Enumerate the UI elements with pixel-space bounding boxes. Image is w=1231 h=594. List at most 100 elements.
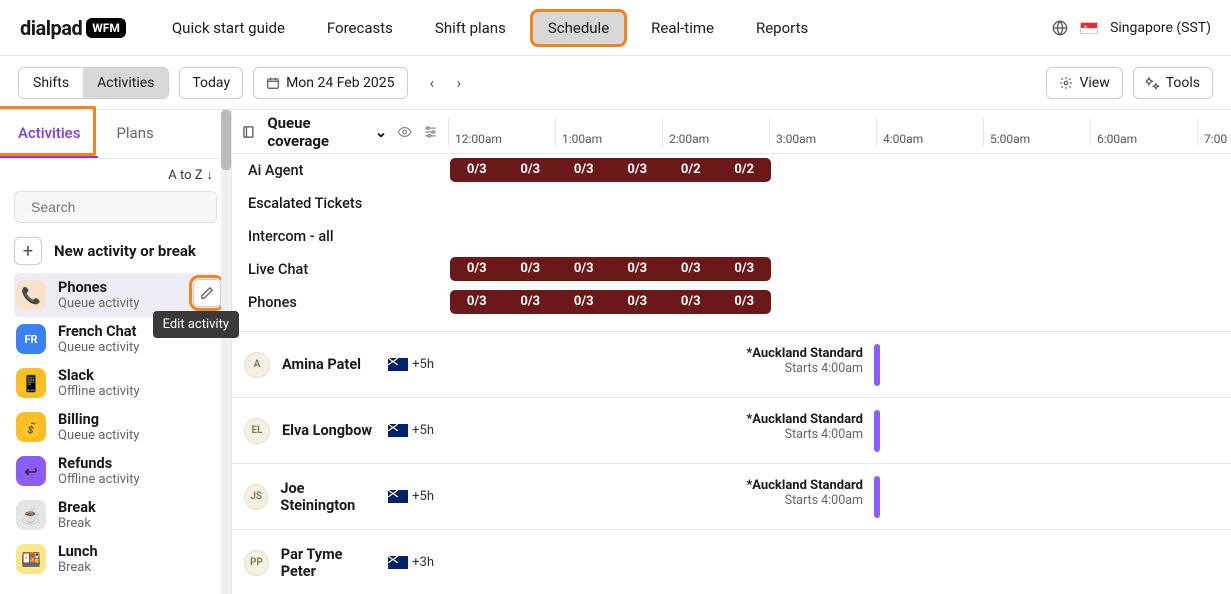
- view-button[interactable]: View: [1046, 67, 1122, 99]
- agent-offset: +5h: [388, 423, 434, 438]
- sidebar-scrollbar[interactable]: [221, 110, 231, 594]
- activity-icon: 📱: [16, 368, 46, 398]
- calendar-icon: [266, 76, 280, 90]
- coverage-cell[interactable]: 0/3: [557, 158, 611, 182]
- coverage-block: 0/30/30/30/30/30/3: [450, 257, 771, 281]
- new-activity-button[interactable]: + New activity or break: [14, 237, 217, 265]
- region-label[interactable]: Singapore (SST): [1110, 20, 1211, 36]
- au-flag-icon: [388, 490, 408, 503]
- coverage-cell[interactable]: 0/3: [504, 158, 558, 182]
- shift-label: *Auckland StandardStarts 4:00am: [746, 478, 863, 508]
- activity-text: Lunch Break: [58, 543, 98, 575]
- toggle-activities[interactable]: Activities: [83, 68, 168, 98]
- app-header: dialpad WFM Quick start guideForecastsSh…: [0, 0, 1231, 56]
- agent-timeline[interactable]: *Auckland StandardStarts 4:00am: [448, 398, 1231, 463]
- coverage-cell[interactable]: 0/3: [718, 290, 772, 314]
- coverage-cell[interactable]: 0/3: [450, 290, 504, 314]
- globe-icon[interactable]: [1052, 20, 1068, 36]
- nav-item-real-time[interactable]: Real-time: [635, 11, 730, 45]
- shift-bar[interactable]: [874, 344, 880, 386]
- today-button[interactable]: Today: [179, 67, 243, 99]
- agent-row[interactable]: A Amina Patel +5h *Auckland StandardStar…: [232, 332, 1231, 398]
- tools-button[interactable]: Tools: [1133, 67, 1213, 99]
- agent-section: A Amina Patel +5h *Auckland StandardStar…: [232, 331, 1231, 594]
- agent-row[interactable]: PP Par Tyme Peter +3h: [232, 530, 1231, 594]
- activity-subtype: Break: [58, 516, 96, 531]
- shift-bar[interactable]: [874, 410, 880, 452]
- queue-data: 0/30/30/30/30/30/3: [448, 257, 1231, 283]
- agent-avatar: EL: [244, 418, 270, 444]
- agent-name: Joe Steinington: [280, 480, 376, 514]
- shift-bar[interactable]: [874, 476, 880, 518]
- queue-coverage-dropdown[interactable]: Queue coverage ⌄: [267, 114, 387, 150]
- activity-text: Refunds Offline activity: [58, 455, 140, 487]
- queue-data: 0/30/30/30/30/30/3: [448, 290, 1231, 316]
- search-input[interactable]: [31, 199, 212, 215]
- coverage-cell[interactable]: 0/2: [664, 158, 718, 182]
- coverage-cell[interactable]: 0/3: [450, 257, 504, 281]
- activity-row-break[interactable]: ☕ Break Break: [14, 493, 217, 537]
- coverage-cell[interactable]: 0/3: [504, 257, 558, 281]
- coverage-cell[interactable]: 0/3: [557, 257, 611, 281]
- agent-info: EL Elva Longbow +5h: [232, 418, 448, 444]
- activity-row-slack[interactable]: 📱 Slack Offline activity: [14, 361, 217, 405]
- coverage-cell[interactable]: 0/3: [611, 290, 665, 314]
- nav-item-reports[interactable]: Reports: [740, 11, 824, 45]
- agent-offset: +5h: [388, 489, 434, 504]
- prev-arrow-icon[interactable]: ‹: [426, 69, 439, 96]
- queue-row: Escalated Tickets: [232, 187, 1231, 220]
- agent-row[interactable]: EL Elva Longbow +5h *Auckland StandardSt…: [232, 398, 1231, 464]
- coverage-cell[interactable]: 0/3: [557, 290, 611, 314]
- coverage-block: 0/30/30/30/30/20/2: [450, 158, 771, 182]
- view-label: View: [1079, 75, 1109, 91]
- coverage-cell[interactable]: 0/3: [504, 290, 558, 314]
- sidebar-tab-plans[interactable]: Plans: [98, 110, 171, 158]
- logo-badge: WFM: [86, 18, 126, 38]
- nav-item-quick-start-guide[interactable]: Quick start guide: [156, 11, 301, 45]
- date-picker-button[interactable]: Mon 24 Feb 2025: [253, 67, 407, 99]
- coverage-cell[interactable]: 0/3: [718, 257, 772, 281]
- activity-row-lunch[interactable]: 🍱 Lunch Break: [14, 537, 217, 581]
- next-arrow-icon[interactable]: ›: [452, 69, 465, 96]
- sidebar-tab-activities[interactable]: Activities: [0, 110, 98, 158]
- nav-item-schedule[interactable]: Schedule: [532, 11, 625, 45]
- time-slot: 6:00am: [1090, 118, 1197, 146]
- nav-item-forecasts[interactable]: Forecasts: [311, 11, 409, 45]
- agent-timeline[interactable]: *Auckland StandardStarts 4:00am: [448, 332, 1231, 397]
- date-nav-arrows: ‹ ›: [426, 69, 466, 96]
- eye-icon[interactable]: [397, 124, 412, 140]
- agent-avatar: PP: [244, 550, 269, 576]
- coverage-cell[interactable]: 0/3: [664, 290, 718, 314]
- agent-timeline[interactable]: [448, 530, 1231, 594]
- sort-control[interactable]: A to Z ↓: [0, 159, 231, 187]
- time-slot: 5:00am: [983, 118, 1090, 146]
- activity-row-phones[interactable]: 📞 Phones Queue activity Edit activity: [14, 273, 217, 317]
- nav-item-shift-plans[interactable]: Shift plans: [419, 11, 522, 45]
- coverage-cell[interactable]: 0/3: [611, 158, 665, 182]
- coverage-cell[interactable]: 0/2: [718, 158, 772, 182]
- main-nav: Quick start guide Forecasts Shift plans Sch…: [156, 11, 824, 45]
- coverage-cell[interactable]: 0/3: [664, 257, 718, 281]
- new-activity-label: New activity or break: [54, 242, 196, 260]
- agent-name: Amina Patel: [282, 356, 361, 373]
- search-box[interactable]: [14, 191, 217, 223]
- activity-icon: ☕: [16, 500, 46, 530]
- activity-row-billing[interactable]: 💰 Billing Queue activity: [14, 405, 217, 449]
- coverage-cell[interactable]: 0/3: [611, 257, 665, 281]
- plus-icon: +: [14, 237, 42, 265]
- collapse-icon[interactable]: [242, 124, 257, 140]
- toggle-shifts[interactable]: Shifts: [19, 68, 83, 98]
- activity-row-refunds[interactable]: ↩ Refunds Offline activity: [14, 449, 217, 493]
- sliders-icon[interactable]: [423, 124, 438, 140]
- agent-avatar: A: [244, 352, 270, 378]
- activity-name: Billing: [58, 411, 139, 428]
- agent-row[interactable]: JS Joe Steinington +5h *Auckland Standar…: [232, 464, 1231, 530]
- coverage-cell[interactable]: 0/3: [450, 158, 504, 182]
- edit-activity-button[interactable]: [193, 279, 221, 307]
- sidebar: ActivitiesPlans A to Z ↓ + New activity …: [0, 110, 232, 594]
- agent-timeline[interactable]: *Auckland StandardStarts 4:00am: [448, 464, 1231, 529]
- activity-name: Slack: [58, 367, 140, 384]
- queue-row: Intercom - all: [232, 220, 1231, 253]
- shifts-activities-toggle: ShiftsActivities: [18, 67, 169, 99]
- main-content: ActivitiesPlans A to Z ↓ + New activity …: [0, 110, 1231, 594]
